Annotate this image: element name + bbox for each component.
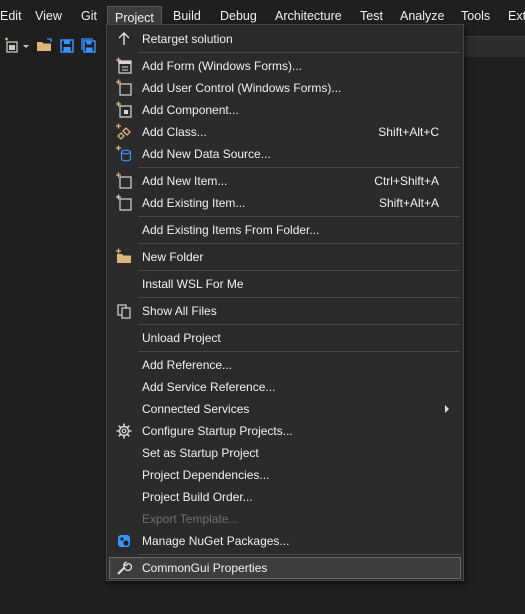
- menu-item-label: Add New Item...: [142, 174, 228, 188]
- menu-item-commongui-properties[interactable]: CommonGui Properties: [109, 557, 461, 579]
- menu-item-label: Set as Startup Project: [142, 446, 259, 460]
- add-form-icon: [115, 57, 133, 75]
- menu-item-label: Project Dependencies...: [142, 468, 270, 482]
- menu-item-retarget-solution[interactable]: Retarget solution: [109, 28, 461, 50]
- menu-git[interactable]: Git: [81, 5, 97, 27]
- gear-icon: [115, 422, 133, 440]
- menu-item-set-startup-project[interactable]: Set as Startup Project: [109, 442, 461, 464]
- menu-separator: [138, 554, 460, 555]
- menu-item-label: Add Component...: [142, 103, 239, 117]
- menu-item-label: Add Reference...: [142, 358, 233, 372]
- add-existing-item-icon: [115, 194, 133, 212]
- chevron-down-icon[interactable]: [22, 37, 30, 55]
- menu-item-shortcut: Shift+Alt+C: [378, 125, 439, 139]
- menu-item-add-class[interactable]: Add Class... Shift+Alt+C: [109, 121, 461, 143]
- menu-item-add-service-reference[interactable]: Add Service Reference...: [109, 376, 461, 398]
- save-icon[interactable]: [58, 37, 76, 55]
- configuration-combobox[interactable]: [462, 36, 525, 57]
- menu-item-label: Install WSL For Me: [142, 277, 244, 291]
- menu-item-label: Retarget solution: [142, 32, 233, 46]
- show-all-files-icon: [115, 302, 133, 320]
- menu-item-add-component[interactable]: Add Component...: [109, 99, 461, 121]
- menu-separator: [138, 167, 460, 168]
- menu-item-label: Connected Services: [142, 402, 250, 416]
- menu-separator: [138, 216, 460, 217]
- menu-item-label: CommonGui Properties: [142, 561, 268, 575]
- menu-item-install-wsl[interactable]: Install WSL For Me: [109, 273, 461, 295]
- menu-item-unload-project[interactable]: Unload Project: [109, 327, 461, 349]
- menu-separator: [138, 351, 460, 352]
- menu-edit[interactable]: Edit: [0, 5, 22, 27]
- menu-item-label: Configure Startup Projects...: [142, 424, 293, 438]
- menu-item-add-new-item[interactable]: Add New Item... Ctrl+Shift+A: [109, 170, 461, 192]
- menu-item-label: Manage NuGet Packages...: [142, 534, 290, 548]
- menu-item-label: Add Class...: [142, 125, 207, 139]
- add-data-source-icon: [115, 145, 133, 163]
- menu-item-label: Add User Control (Windows Forms)...: [142, 81, 342, 95]
- wrench-icon: [115, 559, 133, 577]
- menu-extensions[interactable]: Ext: [508, 5, 525, 27]
- menu-item-show-all-files[interactable]: Show All Files: [109, 300, 461, 322]
- menu-item-label: Show All Files: [142, 304, 217, 318]
- open-folder-icon[interactable]: [36, 37, 54, 55]
- menu-item-new-folder[interactable]: New Folder: [109, 246, 461, 268]
- add-component-icon: [115, 101, 133, 119]
- menu-item-label: New Folder: [142, 250, 204, 264]
- menu-item-shortcut: Shift+Alt+A: [378, 196, 439, 210]
- menu-item-connected-services[interactable]: Connected Services: [109, 398, 461, 420]
- add-new-item-icon: [115, 172, 133, 190]
- menu-item-label: Add New Data Source...: [142, 147, 271, 161]
- menu-item-add-existing-items-from-folder[interactable]: Add Existing Items From Folder...: [109, 219, 461, 241]
- menu-item-add-user-control[interactable]: Add User Control (Windows Forms)...: [109, 77, 461, 99]
- menu-separator: [138, 243, 460, 244]
- menu-item-label: Project Build Order...: [142, 490, 253, 504]
- project-menu: Retarget solution Add Form (Windows Form…: [106, 24, 464, 581]
- menu-item-label: Add Existing Items From Folder...: [142, 223, 320, 237]
- menu-item-shortcut: Ctrl+Shift+A: [374, 174, 439, 188]
- menu-separator: [138, 297, 460, 298]
- menu-item-configure-startup-projects[interactable]: Configure Startup Projects...: [109, 420, 461, 442]
- menu-item-label: Export Template...: [142, 512, 239, 526]
- menu-item-add-reference[interactable]: Add Reference...: [109, 354, 461, 376]
- new-folder-icon: [115, 248, 133, 266]
- menu-separator: [138, 52, 460, 53]
- nuget-icon: [115, 532, 133, 550]
- menu-item-label: Unload Project: [142, 331, 221, 345]
- menu-item-project-build-order[interactable]: Project Build Order...: [109, 486, 461, 508]
- menu-item-add-form[interactable]: Add Form (Windows Forms)...: [109, 55, 461, 77]
- menu-item-add-new-data-source[interactable]: Add New Data Source...: [109, 143, 461, 165]
- arrow-up-icon: [115, 30, 133, 48]
- menu-item-label: Add Existing Item...: [142, 196, 246, 210]
- menu-item-project-dependencies[interactable]: Project Dependencies...: [109, 464, 461, 486]
- save-all-icon[interactable]: [80, 37, 98, 55]
- menu-item-label: Add Service Reference...: [142, 380, 276, 394]
- add-user-control-icon: [115, 79, 133, 97]
- menu-item-manage-nuget-packages[interactable]: Manage NuGet Packages...: [109, 530, 461, 552]
- menu-separator: [138, 324, 460, 325]
- menu-view[interactable]: View: [35, 5, 62, 27]
- menu-item-export-template: Export Template...: [109, 508, 461, 530]
- add-class-icon: [115, 123, 133, 141]
- menu-tools[interactable]: Tools: [461, 5, 490, 27]
- submenu-arrow-icon: [445, 405, 449, 413]
- new-project-icon[interactable]: [3, 37, 21, 55]
- menu-item-add-existing-item[interactable]: Add Existing Item... Shift+Alt+A: [109, 192, 461, 214]
- menu-item-label: Add Form (Windows Forms)...: [142, 59, 303, 73]
- menu-separator: [138, 270, 460, 271]
